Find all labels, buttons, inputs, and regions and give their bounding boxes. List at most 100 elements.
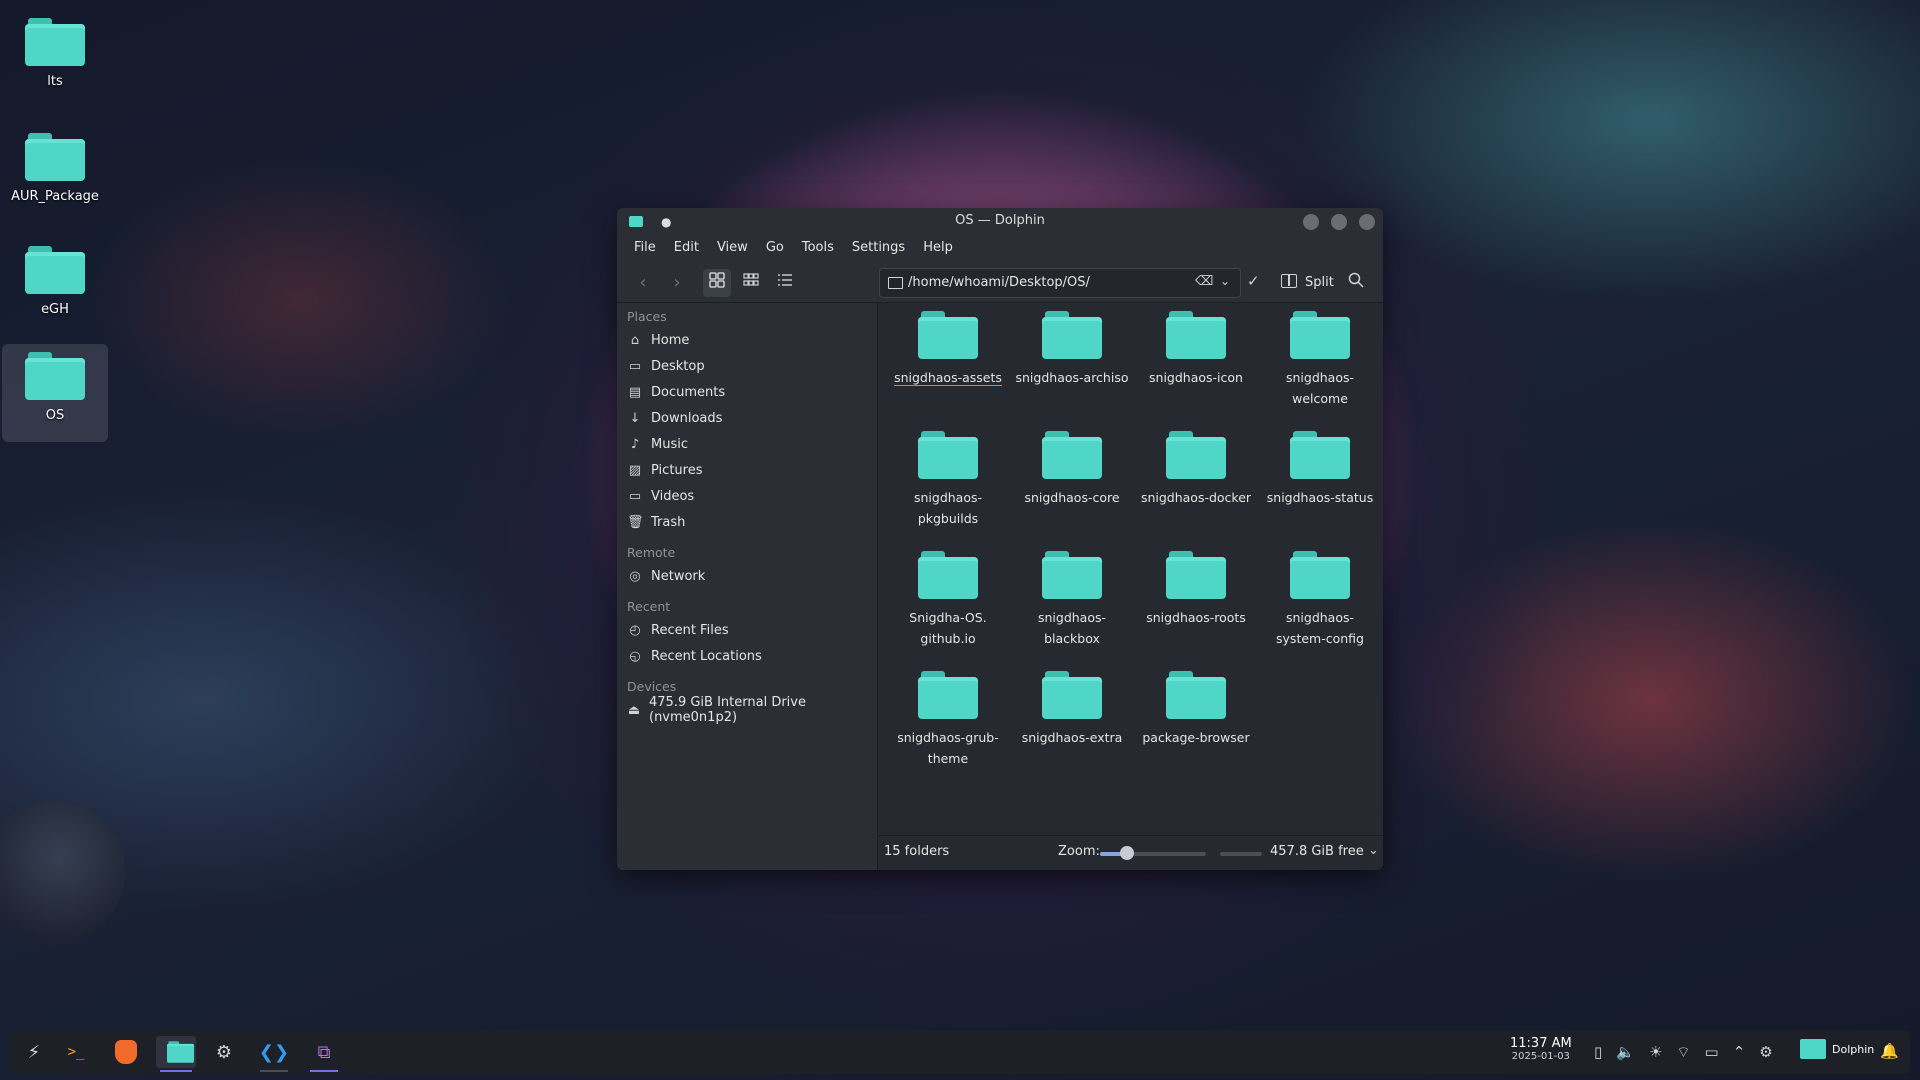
arrow-left-icon[interactable]: ‹ — [629, 269, 657, 297]
sidebar-item-label: 475.9 GiB Internal Drive (nvme0n1p2) — [649, 695, 806, 725]
zoom-slider-handle[interactable] — [1119, 846, 1134, 860]
folder-item[interactable]: snigdhaos- pkgbuilds — [886, 431, 1010, 539]
desktop-icon-label: eGH — [41, 302, 69, 317]
list-icon[interactable] — [771, 269, 799, 297]
music-icon: ♪ — [630, 436, 640, 452]
sidebar-item-recent-locations[interactable]: ◵ Recent Locations — [617, 643, 877, 669]
folder-icon — [1166, 431, 1226, 479]
free-space-bar — [1220, 852, 1262, 856]
folder-item[interactable]: snigdhaos-archiso — [1010, 311, 1134, 419]
window-title: OS — Dolphin — [955, 213, 1045, 228]
launcher-icon[interactable]: ⚡ — [16, 1036, 52, 1068]
recent-locations-icon: ◵ — [629, 648, 641, 664]
folder-icon — [25, 246, 85, 294]
sidebar-item-music[interactable]: ♪ Music — [617, 431, 877, 457]
screenshot-icon[interactable]: ⧉ — [306, 1036, 342, 1072]
close-button[interactable] — [1359, 214, 1375, 230]
desktop-icon-aur-package[interactable]: AUR_Package — [2, 125, 108, 204]
search-icon[interactable] — [1348, 272, 1364, 292]
location-bar[interactable]: /home/whoami/Desktop/OS/ ⌫ ⌄ — [879, 268, 1241, 298]
split-view-icon[interactable] — [1281, 274, 1297, 288]
arrow-right-icon[interactable]: › — [663, 269, 691, 297]
file-view[interactable]: snigdhaos-assets snigdhaos-archiso snigdha… — [878, 303, 1383, 836]
clock[interactable]: 11:37 AM 2025-01-03 — [1510, 1036, 1572, 1062]
home-icon: ⌂ — [630, 332, 640, 348]
menu-view[interactable]: View — [708, 236, 757, 262]
folder-item[interactable]: package-browser — [1134, 671, 1258, 779]
vscode-icon[interactable]: ❮❯ — [256, 1036, 292, 1072]
folder-item[interactable]: snigdhaos-roots — [1134, 551, 1258, 659]
menu-file[interactable]: File — [625, 236, 665, 262]
folder-name: snigdhaos-icon — [1149, 370, 1243, 385]
folder-icon — [1166, 311, 1226, 359]
folder-item[interactable]: Snigdha-OS. github.io — [886, 551, 1010, 659]
sidebar-item-label: Downloads — [651, 410, 723, 426]
folder-item[interactable]: snigdhaos-extra — [1010, 671, 1134, 779]
folder-item[interactable]: snigdhaos-docker — [1134, 431, 1258, 539]
zoom-slider[interactable] — [1100, 846, 1206, 860]
sidebar-item-desktop[interactable]: ▭ Desktop — [617, 353, 877, 379]
folder-icon — [1290, 431, 1350, 479]
battery-icon[interactable]: ▭ — [1705, 1043, 1719, 1061]
active-window-dolphin[interactable]: Dolphin — [1800, 1039, 1874, 1059]
folder-item[interactable]: snigdhaos-icon — [1134, 311, 1258, 419]
pictures-icon: ▨ — [628, 462, 642, 478]
split-button[interactable]: Split — [1305, 275, 1334, 290]
folder-name: snigdhaos-grub- theme — [897, 730, 999, 766]
grid-small-icon[interactable] — [737, 269, 765, 297]
folder-icon — [25, 133, 85, 181]
folder-item[interactable]: snigdhaos-status — [1258, 431, 1382, 539]
menu-tools[interactable]: Tools — [793, 236, 843, 262]
title-bar[interactable]: ● OS — Dolphin — [617, 208, 1383, 236]
clock-time: 11:37 AM — [1510, 1036, 1572, 1051]
desktop-icon-egh[interactable]: eGH — [2, 238, 108, 317]
sidebar-item-downloads[interactable]: ↓ Downloads — [617, 405, 877, 431]
wifi-icon[interactable]: ⌔ — [1676, 1043, 1690, 1062]
check-icon[interactable]: ✓ — [1247, 272, 1260, 290]
chevron-up-icon[interactable]: ⌃ — [1733, 1043, 1746, 1061]
menu-help[interactable]: Help — [914, 236, 962, 262]
folder-item[interactable]: snigdhaos-core — [1010, 431, 1134, 539]
network-icon: ◎ — [629, 568, 641, 584]
menu-settings[interactable]: Settings — [843, 236, 914, 262]
minimize-button[interactable] — [1303, 214, 1319, 230]
desktop-icon-lts[interactable]: lts — [2, 10, 108, 89]
grid-large-icon[interactable] — [703, 269, 731, 297]
folder-item[interactable]: snigdhaos- blackbox — [1010, 551, 1134, 659]
folder-item[interactable]: snigdhaos-assets — [886, 311, 1010, 419]
desktop-icon-label: AUR_Package — [11, 189, 99, 204]
folder-item[interactable]: snigdhaos- welcome — [1258, 311, 1382, 419]
clipboard-icon[interactable]: ▯ — [1594, 1043, 1602, 1061]
folder-item[interactable]: snigdhaos-grub- theme — [886, 671, 1010, 779]
desktop-icon-os[interactable]: OS — [2, 344, 108, 442]
chevron-down-icon[interactable]: ⌄ — [1368, 843, 1379, 858]
maximize-button[interactable] — [1331, 214, 1347, 230]
sidebar-item-trash[interactable]: 🗑 Trash — [617, 509, 877, 535]
folder-name: snigdhaos-roots — [1146, 610, 1246, 625]
terminal-icon[interactable]: >_ — [58, 1036, 94, 1068]
brave-icon[interactable] — [108, 1036, 144, 1068]
sidebar-item-internal-drive[interactable]: ⏏ 475.9 GiB Internal Drive (nvme0n1p2) — [617, 695, 877, 725]
settings-icon[interactable]: ⚙ — [206, 1036, 242, 1068]
sidebar-item-documents[interactable]: ▤ Documents — [617, 379, 877, 405]
sidebar-item-network[interactable]: ◎ Network — [617, 563, 877, 589]
sidebar-item-videos[interactable]: ▭ Videos — [617, 483, 877, 509]
gear-icon[interactable]: ⚙ — [1759, 1043, 1772, 1061]
folder-item[interactable]: snigdhaos- system-config — [1258, 551, 1382, 659]
toolbar: ‹ › /home/whoami/Desktop/OS/ ⌫ ⌄ ✓ Split — [617, 262, 1383, 303]
dolphin-icon[interactable] — [156, 1036, 196, 1072]
folder-name: snigdhaos-archiso — [1015, 370, 1129, 385]
sidebar-item-home[interactable]: ⌂ Home — [617, 327, 877, 353]
sidebar-item-pictures[interactable]: ▨ Pictures — [617, 457, 877, 483]
volume-icon[interactable]: 🔈 — [1616, 1043, 1635, 1061]
bell-icon[interactable]: 🔔 — [1880, 1042, 1899, 1060]
brightness-icon[interactable]: ☀ — [1649, 1043, 1662, 1061]
folder-icon — [918, 551, 978, 599]
backspace-icon[interactable]: ⌫ — [1195, 274, 1213, 289]
menu-edit[interactable]: Edit — [665, 236, 708, 262]
taskbar: ⚡ >_ ⚙ ❮❯ ⧉ 11:37 AM 2025-01-03 ▯ 🔈 ☀ ⌔ … — [10, 1030, 1910, 1074]
menu-go[interactable]: Go — [757, 236, 793, 262]
folder-icon — [1166, 671, 1226, 719]
chevron-down-icon[interactable]: ⌄ — [1220, 274, 1230, 288]
sidebar-item-recent-files[interactable]: ◴ Recent Files — [617, 617, 877, 643]
